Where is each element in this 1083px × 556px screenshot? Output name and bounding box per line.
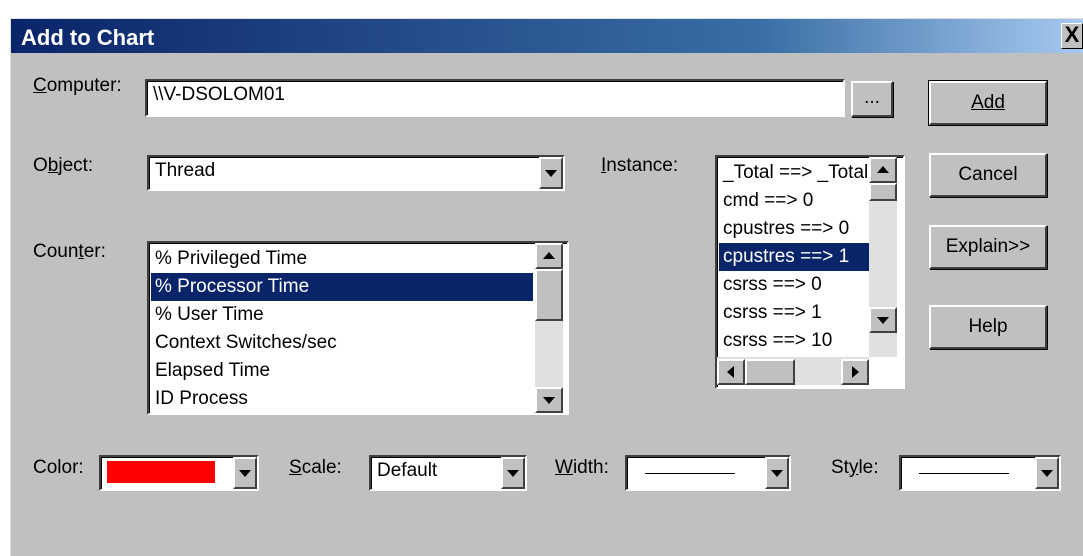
- chevron-down-icon: [1041, 470, 1053, 477]
- arrow-up-icon: [877, 166, 889, 173]
- explain-button[interactable]: Explain>>: [929, 225, 1047, 269]
- chevron-down-icon: [507, 470, 519, 477]
- width-select[interactable]: [625, 455, 791, 491]
- style-select[interactable]: [899, 455, 1061, 491]
- scroll-thumb[interactable]: [535, 269, 563, 321]
- style-label: Style:: [831, 457, 879, 478]
- counter-item[interactable]: Context Switches/sec: [151, 329, 533, 357]
- arrow-left-icon: [727, 366, 734, 378]
- computer-value: \\V-DSOLOM01: [153, 84, 285, 105]
- add-button-label: Add: [971, 92, 1005, 113]
- scale-label: Scale:: [289, 457, 342, 478]
- color-swatch: [107, 461, 215, 483]
- counter-item[interactable]: % Privileged Time: [151, 245, 533, 273]
- cancel-button[interactable]: Cancel: [929, 153, 1047, 197]
- object-label: Object:: [33, 155, 94, 176]
- scroll-up-button[interactable]: [869, 157, 897, 183]
- chevron-down-icon: [239, 470, 251, 477]
- title-bar: Add to Chart X: [11, 19, 1083, 53]
- instance-item[interactable]: csrss ==> 0: [719, 271, 871, 299]
- help-button[interactable]: Help: [929, 305, 1047, 349]
- width-label: Width:: [555, 457, 609, 478]
- chevron-down-icon: [545, 170, 557, 177]
- instance-item[interactable]: _Total ==> _Total: [719, 159, 871, 187]
- counter-label: Counter:: [33, 241, 106, 262]
- add-button[interactable]: Add: [928, 80, 1048, 126]
- style-dropdown-button[interactable]: [1035, 457, 1059, 489]
- instance-list[interactable]: _Total ==> _Total cmd ==> 0 cpustres ==>…: [715, 155, 905, 389]
- arrow-up-icon: [543, 252, 555, 259]
- object-select[interactable]: Thread: [147, 155, 565, 191]
- instance-item[interactable]: cpustres ==> 0: [719, 215, 871, 243]
- instance-vertical-scrollbar[interactable]: [869, 157, 897, 357]
- scroll-up-button[interactable]: [535, 243, 563, 269]
- object-value: Thread: [155, 160, 216, 181]
- counter-item[interactable]: ID Process: [151, 385, 533, 413]
- browse-computer-button[interactable]: ...: [851, 81, 893, 117]
- counter-item[interactable]: Elapsed Time: [151, 357, 533, 385]
- computer-input[interactable]: \\V-DSOLOM01: [145, 79, 845, 117]
- counter-list[interactable]: % Privileged Time % Processor Time % Use…: [147, 241, 569, 415]
- scroll-thumb-horizontal[interactable]: [745, 359, 795, 385]
- instance-item[interactable]: csrss ==> 1: [719, 299, 871, 327]
- close-button[interactable]: X: [1061, 23, 1083, 49]
- add-to-chart-dialog: Add to Chart X Computer: \\V-DSOLOM01 ..…: [10, 18, 1083, 556]
- instance-label: Instance:: [601, 155, 679, 176]
- scale-select[interactable]: Default: [369, 455, 527, 491]
- arrow-down-icon: [543, 397, 555, 404]
- width-dropdown-button[interactable]: [765, 457, 789, 489]
- instance-horizontal-scrollbar[interactable]: [717, 357, 869, 385]
- scale-value: Default: [377, 460, 438, 481]
- instance-item[interactable]: csrss ==> 10: [719, 327, 871, 355]
- style-line-sample: [919, 473, 1009, 474]
- scroll-left-button[interactable]: [717, 359, 745, 385]
- object-dropdown-button[interactable]: [539, 157, 563, 189]
- color-select[interactable]: [99, 455, 259, 491]
- scroll-thumb[interactable]: [869, 183, 897, 201]
- width-line-sample: [645, 473, 735, 474]
- color-dropdown-button[interactable]: [233, 457, 257, 489]
- counter-item[interactable]: % User Time: [151, 301, 533, 329]
- scroll-down-button[interactable]: [869, 307, 897, 333]
- arrow-down-icon: [877, 317, 889, 324]
- instance-item[interactable]: cmd ==> 0: [719, 187, 871, 215]
- scale-dropdown-button[interactable]: [501, 457, 525, 489]
- chevron-down-icon: [771, 470, 783, 477]
- computer-label-text: omputer:: [46, 75, 122, 96]
- dialog-title: Add to Chart: [21, 25, 155, 50]
- counter-item-selected[interactable]: % Processor Time: [151, 273, 533, 301]
- scroll-right-button[interactable]: [841, 359, 869, 385]
- scroll-down-button[interactable]: [535, 387, 563, 413]
- color-label: Color:: [33, 457, 84, 478]
- counter-vertical-scrollbar[interactable]: [535, 243, 563, 413]
- computer-label: Computer:: [33, 75, 122, 96]
- arrow-right-icon: [852, 366, 859, 378]
- instance-item-selected[interactable]: cpustres ==> 1: [719, 243, 871, 271]
